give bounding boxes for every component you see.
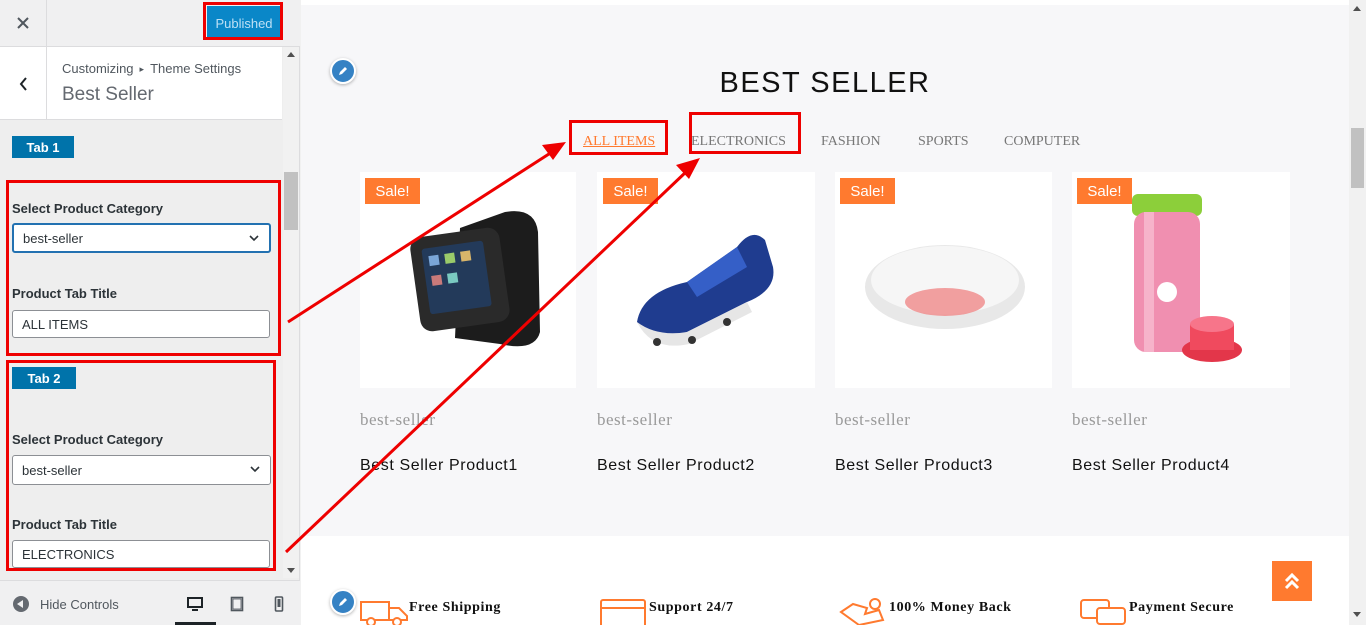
money-back-icon <box>839 598 885 625</box>
feature-title: 100% Money Back <box>889 600 1012 615</box>
breadcrumb: Customizing ▸ Theme Settings <box>62 61 241 76</box>
section-title: Best Seller <box>62 84 154 105</box>
filter-tab-sports[interactable]: SPORTS <box>918 134 969 150</box>
filter-tab-electronics[interactable]: ELECTRONICS <box>691 134 786 150</box>
preview-scrollbar[interactable] <box>1349 0 1366 625</box>
product-image[interactable] <box>1072 172 1290 388</box>
sale-badge: Sale! <box>1077 178 1132 204</box>
bottle-icon <box>1132 194 1242 362</box>
hide-controls-button[interactable]: Hide Controls <box>13 596 119 612</box>
product-image[interactable] <box>835 172 1052 388</box>
pencil-icon <box>339 598 347 606</box>
tab-1-badge: Tab 1 <box>12 136 74 158</box>
tab-2-category-select[interactable]: best-seller <box>12 455 271 485</box>
sidebar-scrollbar[interactable] <box>283 47 299 578</box>
section-header: Customizing ▸ Theme Settings Best Seller <box>0 47 282 120</box>
tab-2-category-value: best-seller <box>22 462 82 478</box>
best-seller-section: BEST SELLER ALL ITEMS ELECTRONICS FASHIO… <box>301 5 1349 536</box>
tab-1-title-label: Product Tab Title <box>12 286 117 301</box>
double-chevron-up-icon <box>1284 572 1300 590</box>
smartwatch-icon <box>410 211 540 347</box>
close-button[interactable] <box>0 0 47 46</box>
product-name[interactable]: Best Seller Product2 <box>597 457 755 475</box>
customizer-sidebar: Published Customizing ▸ Theme Settings Bes… <box>0 0 300 625</box>
mouse-icon <box>865 245 1025 329</box>
best-seller-title: BEST SELLER <box>719 67 931 99</box>
desktop-preview-button[interactable] <box>186 595 204 613</box>
filter-tab-computer[interactable]: COMPUTER <box>1004 134 1080 150</box>
feature-free-shipping: Free Shipping <box>359 598 501 625</box>
mobile-icon <box>274 596 284 612</box>
tablet-icon <box>230 596 244 612</box>
chevron-left-icon <box>19 76 27 91</box>
back-button[interactable] <box>0 47 47 120</box>
customizer-footer: Hide Controls <box>0 580 300 625</box>
publish-button[interactable]: Published <box>207 6 281 40</box>
controls-panel: Tab 1 Select Product Category best-selle… <box>0 121 283 578</box>
site-preview: BEST SELLER ALL ITEMS ELECTRONICS FASHIO… <box>301 0 1349 625</box>
scroll-up-arrow-icon[interactable] <box>287 52 295 57</box>
tab-1-title-input[interactable]: ALL ITEMS <box>12 310 270 338</box>
customizer-topbar: Published <box>0 0 300 47</box>
chevron-down-icon <box>250 466 260 473</box>
desktop-icon <box>187 597 203 611</box>
tab-2-title-label: Product Tab Title <box>12 517 117 532</box>
filter-tab-all-items[interactable]: ALL ITEMS <box>583 134 655 150</box>
breadcrumb-current: Theme Settings <box>150 61 242 76</box>
scroll-down-arrow-icon[interactable] <box>287 568 295 573</box>
chat-icon <box>1080 599 1126 625</box>
product-image[interactable] <box>360 172 576 388</box>
scroll-down-arrow-icon[interactable] <box>1353 612 1361 617</box>
mobile-preview-button[interactable] <box>270 595 288 613</box>
scroll-to-top-button[interactable] <box>1272 561 1312 601</box>
product-category[interactable]: best-seller <box>835 410 910 430</box>
product-name[interactable]: Best Seller Product4 <box>1072 457 1230 475</box>
feature-money-back: 100% Money Back <box>839 598 1012 625</box>
edit-shortcut-button[interactable] <box>330 589 356 615</box>
tab-1-category-label: Select Product Category <box>12 201 163 216</box>
feature-title: Free Shipping <box>409 600 501 615</box>
feature-title: Payment Secure <box>1129 600 1234 615</box>
collapse-icon <box>13 596 29 612</box>
filter-tab-fashion[interactable]: FASHION <box>821 134 881 150</box>
chevron-down-icon <box>249 235 259 242</box>
product-image[interactable] <box>597 172 815 388</box>
sidebar-scrollbar-thumb[interactable] <box>284 172 298 230</box>
feature-payment-secure: Payment Secure <box>1079 598 1234 625</box>
product-category[interactable]: best-seller <box>597 410 672 430</box>
tab-1-category-value: best-seller <box>23 230 83 246</box>
tab-2-category-label: Select Product Category <box>12 432 163 447</box>
product-category[interactable]: best-seller <box>1072 410 1147 430</box>
breadcrumb-separator: ▸ <box>139 64 145 74</box>
product-name[interactable]: Best Seller Product1 <box>360 457 518 475</box>
sale-badge: Sale! <box>840 178 895 204</box>
support-icon <box>600 599 646 625</box>
tablet-preview-button[interactable] <box>228 595 246 613</box>
truck-icon <box>360 601 408 625</box>
product-name[interactable]: Best Seller Product3 <box>835 457 993 475</box>
sale-badge: Sale! <box>365 178 420 204</box>
feature-support: Support 24/7 <box>599 598 734 625</box>
soccer-shoe-icon <box>637 234 774 346</box>
sale-badge: Sale! <box>603 178 658 204</box>
feature-title: Support 24/7 <box>649 600 734 615</box>
tab-2-badge: Tab 2 <box>12 367 76 389</box>
product-category[interactable]: best-seller <box>360 410 435 430</box>
scroll-up-arrow-icon[interactable] <box>1353 6 1361 11</box>
breadcrumb-parent: Customizing <box>62 61 134 76</box>
tab-1-category-select[interactable]: best-seller <box>12 223 271 253</box>
tab-2-title-input[interactable]: ELECTRONICS <box>12 540 270 568</box>
preview-scrollbar-thumb[interactable] <box>1351 128 1364 188</box>
close-icon <box>17 17 29 29</box>
hide-controls-label: Hide Controls <box>40 596 119 612</box>
